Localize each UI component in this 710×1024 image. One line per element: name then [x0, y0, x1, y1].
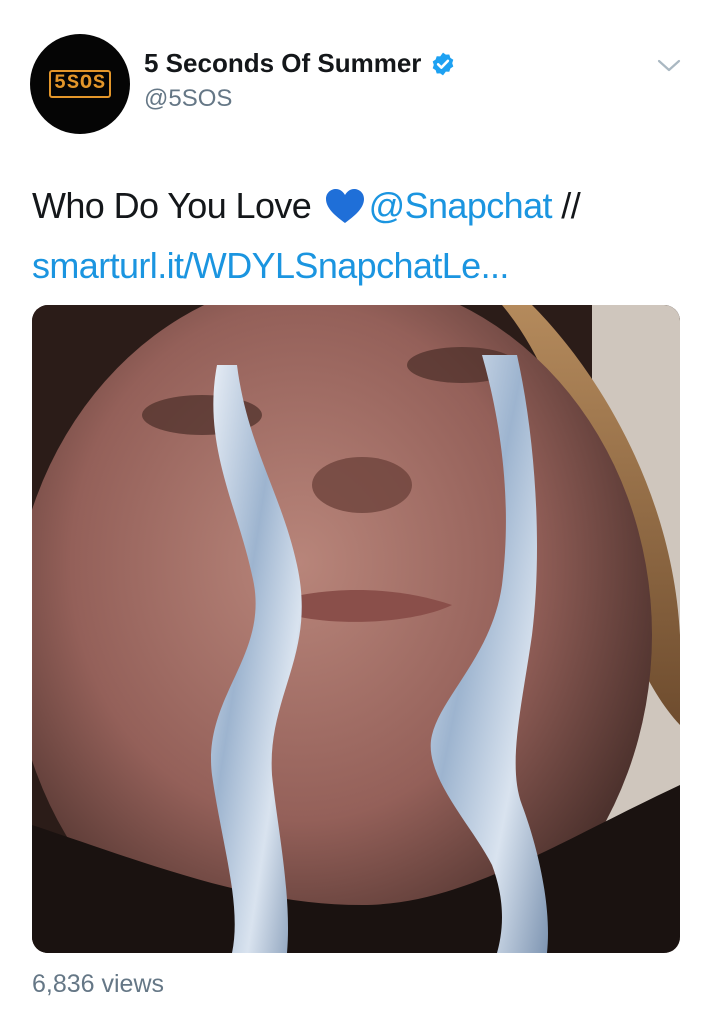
tweet-separator: // [551, 185, 581, 226]
display-name[interactable]: 5 Seconds Of Summer [144, 48, 421, 79]
view-count: 6,836 views [32, 970, 165, 998]
video-frame [32, 305, 680, 953]
blue-heart-emoji [325, 189, 364, 223]
tweet-text-body: Who Do You Love [32, 185, 312, 226]
video-thumbnail[interactable] [32, 305, 680, 953]
author-name-row[interactable]: 5 Seconds Of Summer [144, 48, 456, 79]
mention-link[interactable]: @Snapchat [369, 185, 553, 226]
chevron-down-icon[interactable] [656, 56, 682, 76]
avatar-logo: 5SOS [48, 70, 111, 98]
tweet-text: Who Do You Love @Snapchat // smarturl.it… [32, 176, 692, 296]
user-handle[interactable]: @5SOS [144, 85, 232, 113]
avatar[interactable]: 5SOS [30, 34, 130, 134]
verified-badge-icon [433, 52, 454, 75]
url-link[interactable]: smarturl.it/WDYLSnapchatLe... [32, 245, 509, 286]
